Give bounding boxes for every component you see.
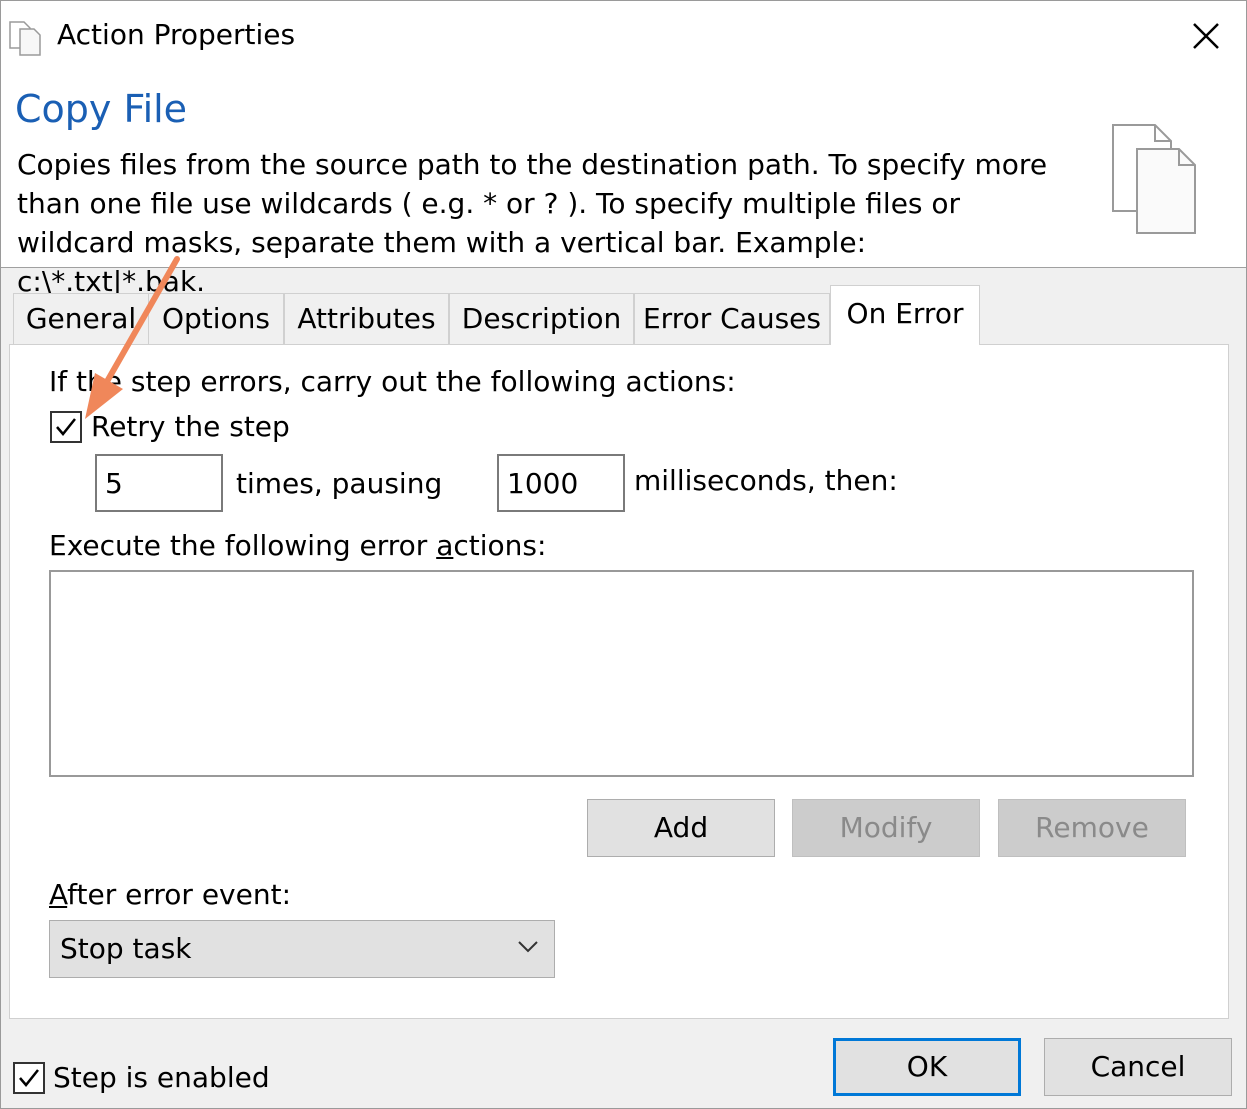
ok-button[interactable]: OK [833,1038,1021,1096]
after-error-event-value: Stop task [60,932,192,965]
on-error-intro: If the step errors, carry out the follow… [49,365,736,398]
times-label: times, pausing [236,467,443,500]
tab-error-causes[interactable]: Error Causes [634,293,830,344]
tab-general[interactable]: General [13,293,149,344]
action-properties-dialog: Action Properties Copy File Copies files… [0,0,1247,1109]
after-error-event-select[interactable]: Stop task [49,920,555,978]
cancel-button[interactable]: Cancel [1044,1038,1232,1096]
close-icon [1193,23,1219,49]
retry-times-input[interactable] [95,454,223,512]
action-description: Copies files from the source path to the… [17,148,1048,298]
pause-ms-input[interactable] [497,454,625,512]
step-enabled-checkbox[interactable] [13,1062,45,1094]
close-button[interactable] [1166,1,1246,71]
modify-button[interactable]: Modify [792,799,980,857]
title-bar: Action Properties [1,1,1246,71]
copy-file-large-icon [1112,124,1196,234]
window-title: Action Properties [57,18,296,51]
retry-label[interactable]: Retry the step [91,409,290,445]
after-error-event-label: After error event: [49,878,292,911]
chevron-down-icon [518,941,538,953]
add-button[interactable]: Add [587,799,775,857]
copy-file-icon [9,21,41,56]
tab-description[interactable]: Description [449,293,634,344]
checkmark-icon [56,418,76,436]
tab-attributes[interactable]: Attributes [284,293,449,344]
error-actions-list[interactable] [49,570,1194,777]
action-title: Copy File [15,87,188,131]
checkmark-icon [19,1069,39,1087]
tab-on-error[interactable]: On Error [830,285,980,345]
action-header: Copy File Copies files from the source p… [1,71,1246,298]
remove-button[interactable]: Remove [998,799,1186,857]
on-error-panel: If the step errors, carry out the follow… [9,344,1229,1019]
retry-checkbox[interactable] [50,411,82,443]
milliseconds-label: milliseconds, then: [634,464,898,497]
error-actions-label: Execute the following error actions: [49,529,547,562]
step-enabled-label[interactable]: Step is enabled [53,1060,270,1096]
tab-options[interactable]: Options [148,293,284,344]
